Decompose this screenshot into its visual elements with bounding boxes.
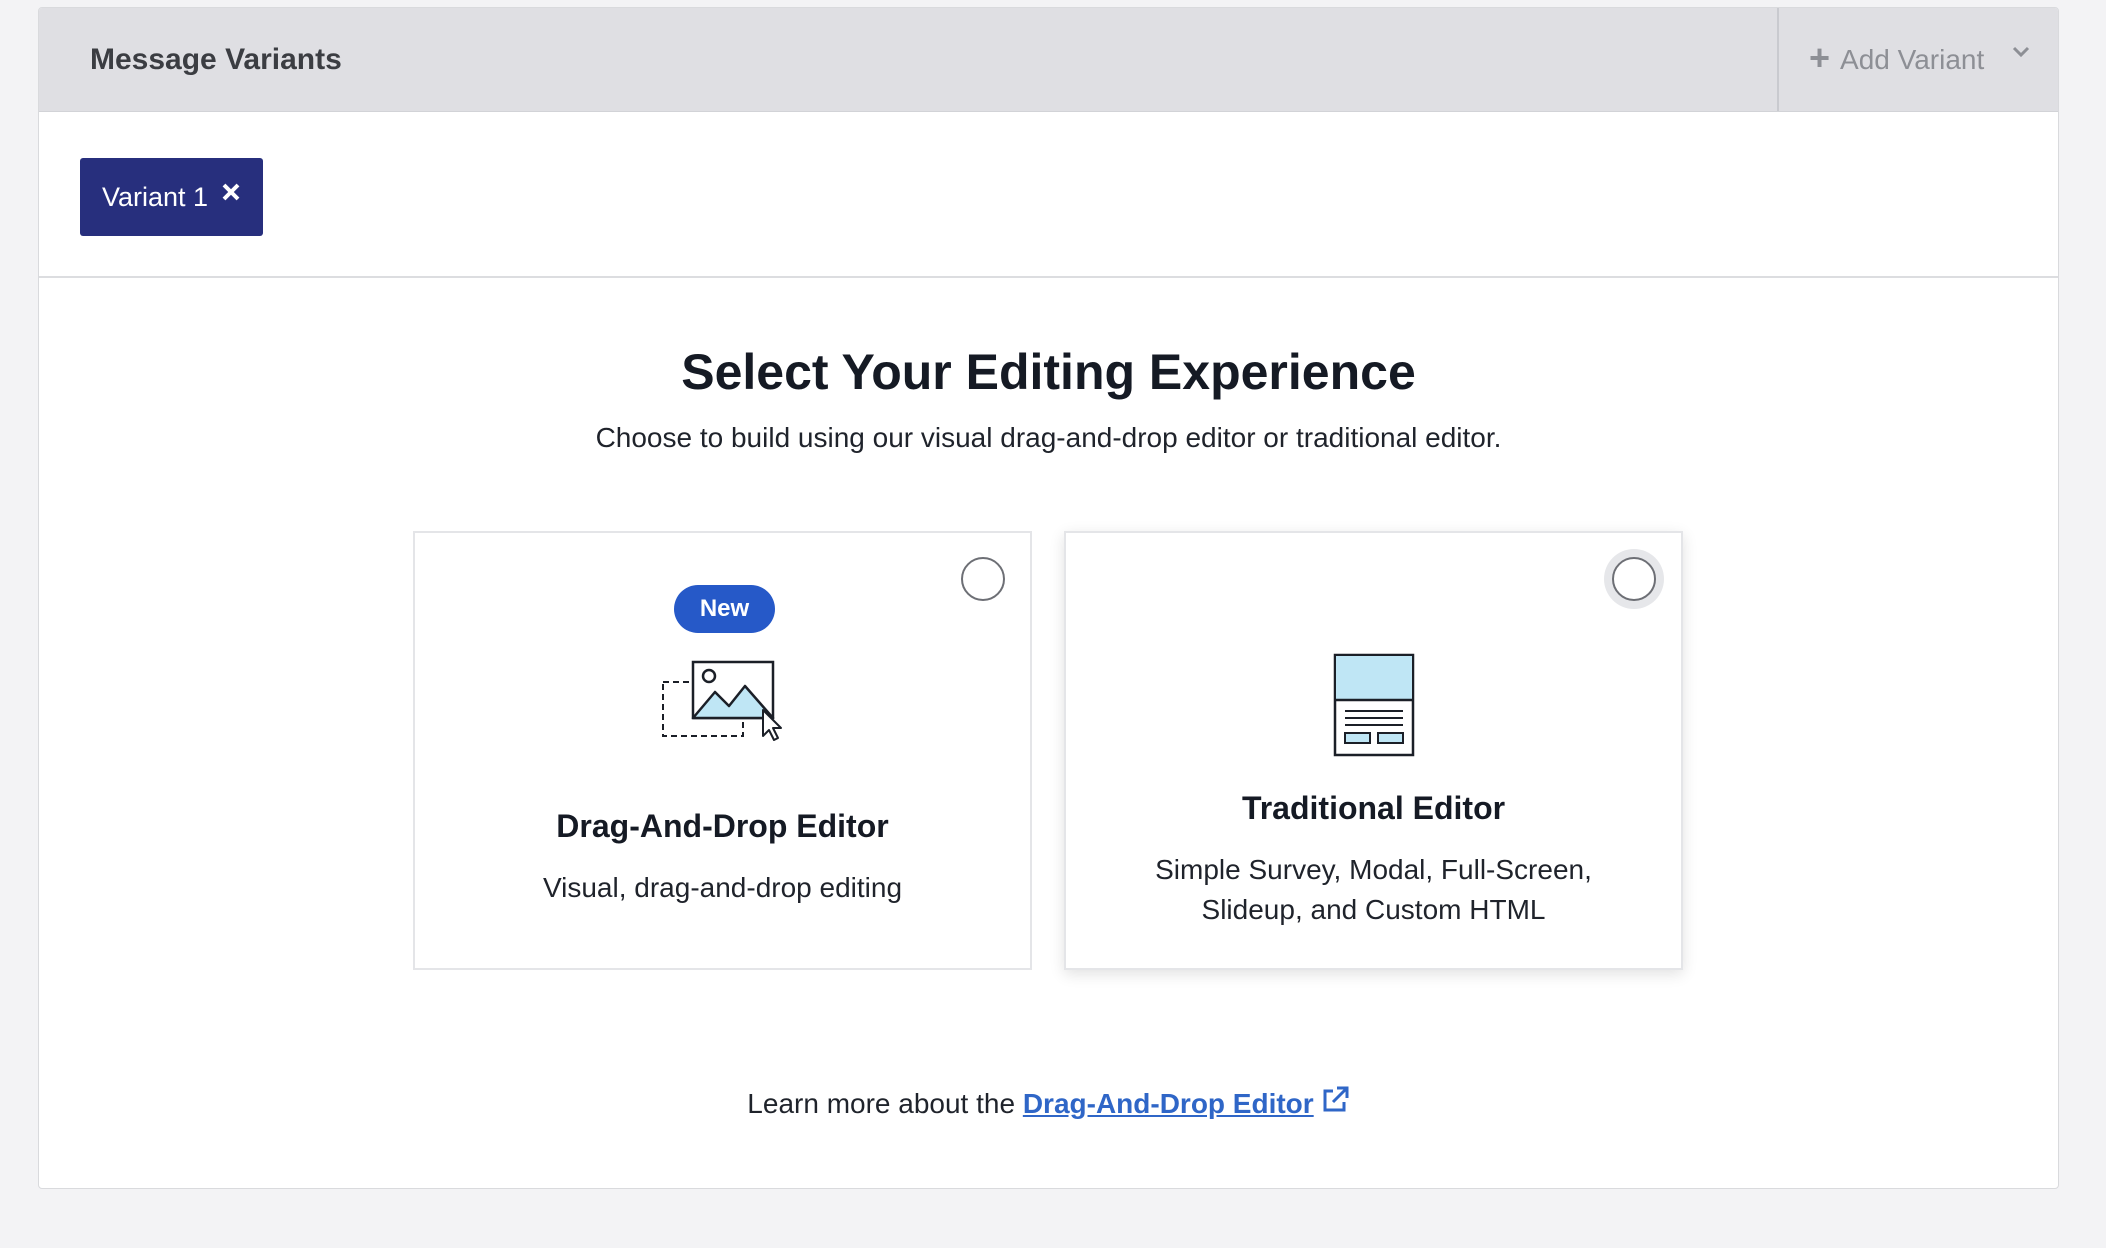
drag-and-drop-radio[interactable] bbox=[961, 557, 1005, 601]
card-description-line: Slideup, and Custom HTML bbox=[1201, 894, 1546, 925]
card-title: Traditional Editor bbox=[1241, 790, 1506, 826]
new-badge: New bbox=[674, 585, 775, 633]
chevron-down-icon[interactable] bbox=[2012, 46, 2030, 58]
card-description: Simple Survey, Modal, Full-Screen, Slide… bbox=[1116, 850, 1631, 930]
learn-more-prefix: Learn more about the bbox=[747, 1088, 1016, 1119]
add-variant-button[interactable]: + Add Variant bbox=[1777, 8, 2058, 111]
drag-and-drop-docs-link[interactable]: Drag-And-Drop Editor bbox=[1023, 1088, 1314, 1119]
external-link-icon[interactable] bbox=[1320, 1085, 1350, 1115]
variant-tab-label: Variant 1 bbox=[102, 181, 209, 212]
close-icon[interactable] bbox=[221, 182, 241, 202]
plus-icon: + bbox=[1809, 36, 1831, 78]
document-layout-icon bbox=[1333, 653, 1415, 757]
traditional-editor-radio[interactable] bbox=[1612, 557, 1656, 601]
learn-more-text: Learn more about the Drag-And-Drop Edito… bbox=[39, 1085, 2058, 1120]
message-variants-panel: Message Variants + Add Variant Variant 1… bbox=[38, 7, 2059, 1189]
panel-header: Message Variants + Add Variant bbox=[39, 8, 2058, 112]
card-title: Drag-And-Drop Editor bbox=[556, 808, 889, 844]
panel-title: Message Variants bbox=[90, 43, 342, 76]
drag-drop-image-icon bbox=[662, 660, 782, 741]
card-description: Visual, drag-and-drop editing bbox=[542, 872, 903, 903]
card-description-line: Simple Survey, Modal, Full-Screen, bbox=[1155, 854, 1592, 885]
drag-and-drop-editor-card[interactable]: New Drag-And-Drop Editor Visual, drag-an… bbox=[413, 531, 1032, 970]
page-subtitle: Choose to build using our visual drag-an… bbox=[595, 422, 1502, 453]
add-variant-label: Add Variant bbox=[1840, 43, 1985, 75]
traditional-editor-card[interactable]: Traditional Editor Simple Survey, Modal,… bbox=[1064, 531, 1683, 970]
page-title: Select Your Editing Experience bbox=[681, 344, 1416, 400]
variant-tabs: Variant 1 bbox=[39, 111, 2058, 278]
variant-tab-1[interactable]: Variant 1 bbox=[80, 158, 263, 236]
